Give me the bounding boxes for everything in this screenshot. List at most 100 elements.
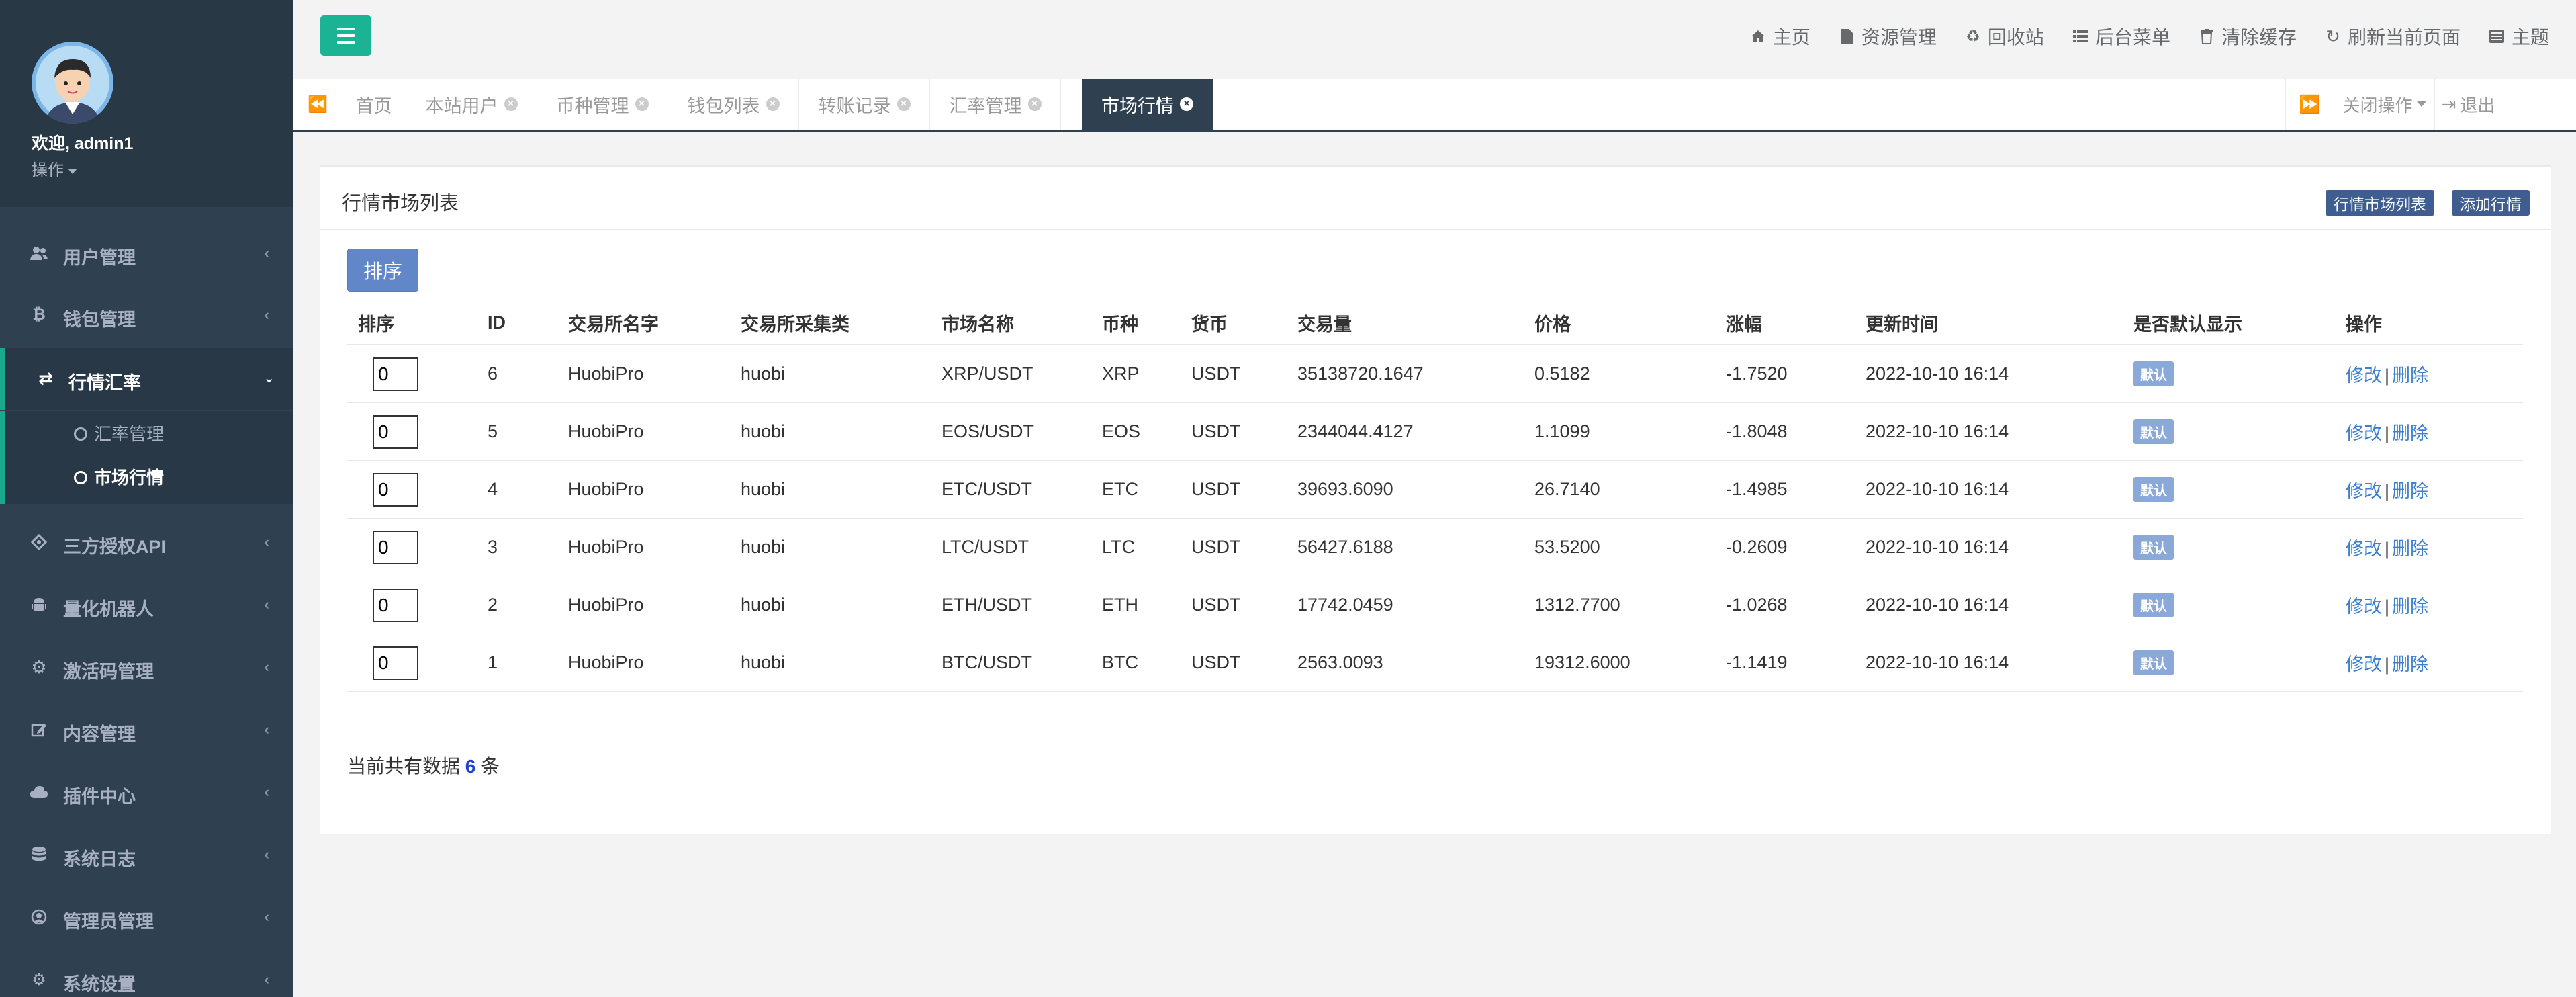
close-icon[interactable]: ×	[504, 97, 518, 111]
hamburger-icon-bar	[337, 34, 355, 37]
sidebar-item-system-log[interactable]: 系统日志 ‹	[0, 824, 293, 886]
close-icon[interactable]: ×	[1027, 97, 1042, 111]
clear-cache-link[interactable]: 清除缓存	[2199, 23, 2297, 50]
tab-label: 币种管理	[556, 95, 629, 116]
menu-toggle-button[interactable]	[320, 15, 371, 56]
delete-link[interactable]: 删除	[2392, 654, 2428, 675]
chevron-down-icon: ⌄	[263, 371, 275, 386]
tab-scroll-left-button[interactable]: ⏪	[293, 79, 342, 130]
edit-link[interactable]: 修改	[2346, 423, 2382, 443]
tab-coin-management[interactable]: 币种管理 ×	[537, 79, 668, 130]
sidebar-item-activation-code[interactable]: ⚙ 激活码管理 ‹	[0, 637, 293, 699]
sort-order-input[interactable]	[373, 646, 418, 680]
sort-cell	[347, 518, 477, 576]
column-header: 币种	[1091, 301, 1181, 345]
chevron-left-icon: ‹	[264, 721, 269, 738]
separator: |	[2385, 481, 2390, 501]
edit-link[interactable]: 修改	[2346, 365, 2382, 386]
gears-icon: ⚙	[32, 970, 46, 989]
refresh-page-link[interactable]: ↻ 刷新当前页面	[2325, 23, 2460, 50]
volume-cell: 56427.6188	[1287, 518, 1524, 576]
logout-button[interactable]: ⇥ 退出	[2434, 79, 2501, 130]
list-icon	[2072, 28, 2088, 44]
close-icon[interactable]: ×	[635, 97, 649, 111]
delete-link[interactable]: 删除	[2392, 539, 2428, 559]
tab-site-users[interactable]: 本站用户 ×	[406, 79, 537, 130]
sort-cell	[347, 460, 477, 519]
submenu-item-rate-management[interactable]: 汇率管理	[74, 421, 164, 445]
tab-market-quotes[interactable]: 市场行情 ×	[1082, 79, 1213, 130]
sort-order-input[interactable]	[373, 588, 418, 622]
sort-order-input[interactable]	[373, 415, 418, 449]
sidebar-item-plugin-center[interactable]: 插件中心 ‹	[0, 762, 293, 824]
delete-link[interactable]: 删除	[2392, 423, 2428, 443]
sort-order-input[interactable]	[373, 357, 418, 391]
sidebar-item-market-rates[interactable]: ⇄ 行情汇率 ⌄	[0, 348, 293, 410]
recycle-icon: ♻	[1966, 27, 1980, 46]
separator: |	[2385, 597, 2390, 617]
id-cell: 3	[477, 518, 557, 576]
sidebar-item-wallet-management[interactable]: ₿ 钱包管理 ‹	[0, 285, 293, 347]
close-icon[interactable]: ×	[896, 97, 911, 111]
sidebar-item-label: 管理员管理	[63, 912, 154, 932]
chevron-left-icon: ‹	[264, 658, 269, 675]
column-header: 价格	[1524, 301, 1715, 345]
column-header: 排序	[347, 301, 477, 345]
currency-cell: USDT	[1181, 518, 1287, 576]
submenu-item-market-quotes[interactable]: 市场行情	[74, 464, 164, 489]
sidebar-item-user-management[interactable]: 用户管理 ‹	[0, 223, 293, 285]
sidebar-item-system-settings[interactable]: ⚙ 系统设置 ‹	[0, 949, 293, 997]
separator: |	[2385, 539, 2390, 559]
close-icon[interactable]: ×	[1180, 97, 1193, 111]
change-cell: -1.0268	[1715, 576, 1855, 634]
sidebar-item-quant-robot[interactable]: 量化机器人 ‹	[0, 574, 293, 636]
tab-wallet-list[interactable]: 钱包列表 ×	[668, 79, 799, 130]
table-row: 4 HuobiPro huobi ETC/USDT ETC USDT 39693…	[347, 460, 2523, 519]
sidebar-item-label: 用户管理	[63, 248, 136, 268]
home-link[interactable]: 主页	[1750, 23, 1810, 50]
sort-button[interactable]: 排序	[347, 249, 418, 292]
sidebar-item-label: 插件中心	[63, 787, 136, 807]
table-header-row: 排序 ID 交易所名字 交易所采集类 市场名称 币种 货币 交易量 价格 涨幅 …	[347, 301, 2523, 345]
delete-link[interactable]: 删除	[2392, 481, 2428, 501]
edit-link[interactable]: 修改	[2346, 539, 2382, 559]
sort-order-input[interactable]	[373, 472, 418, 507]
price-cell: 53.5200	[1524, 518, 1715, 576]
sort-order-input[interactable]	[373, 530, 418, 564]
recycle-bin-link[interactable]: ♻ 回收站	[1965, 23, 2044, 50]
sort-cell	[347, 576, 477, 634]
tab-rate-management[interactable]: 汇率管理 ×	[930, 79, 1061, 130]
backend-menu-link[interactable]: 后台菜单	[2072, 23, 2170, 50]
market-list-button[interactable]: 行情市场列表	[2326, 190, 2434, 216]
table-row: 3 HuobiPro huobi LTC/USDT LTC USDT 56427…	[347, 518, 2523, 576]
sidebar-item-third-party-api[interactable]: 三方授权API ‹	[0, 512, 293, 574]
column-header: 是否默认显示	[2123, 301, 2335, 345]
theme-link[interactable]: 主题	[2489, 23, 2549, 50]
delete-link[interactable]: 删除	[2392, 365, 2428, 386]
avatar[interactable]	[32, 42, 113, 124]
tab-transfer-records[interactable]: 转账记录 ×	[799, 79, 930, 130]
table-row: 5 HuobiPro huobi EOS/USDT EOS USDT 23440…	[347, 402, 2523, 461]
edit-link[interactable]: 修改	[2346, 597, 2382, 617]
edit-link[interactable]: 修改	[2346, 654, 2382, 675]
tab-home[interactable]: 首页	[342, 79, 406, 130]
table-row: 1 HuobiPro huobi BTC/USDT BTC USDT 2563.…	[347, 634, 2523, 692]
add-market-button[interactable]: 添加行情	[2452, 190, 2530, 216]
column-header: 更新时间	[1855, 301, 2123, 345]
change-cell: -1.4985	[1715, 460, 1855, 519]
sidebar-item-content-management[interactable]: 内容管理 ‹	[0, 699, 293, 761]
column-header: 交易所采集类	[730, 301, 931, 345]
close-icon[interactable]: ×	[766, 97, 780, 111]
tab-scroll-right-button[interactable]: ⏩	[2285, 79, 2334, 130]
delete-link[interactable]: 删除	[2392, 597, 2428, 617]
resource-management-link[interactable]: 资源管理	[1839, 23, 1937, 50]
operation-dropdown[interactable]: 操作	[32, 157, 77, 180]
close-operations-dropdown[interactable]: 关闭操作	[2334, 79, 2434, 130]
coin-cell: LTC	[1091, 518, 1181, 576]
sidebar-item-label: 系统日志	[63, 849, 136, 869]
id-cell: 5	[477, 402, 557, 461]
edit-link[interactable]: 修改	[2346, 481, 2382, 501]
resource-management-label: 资源管理	[1861, 27, 1937, 48]
recycle-bin-label: 回收站	[1987, 27, 2044, 48]
sidebar-item-admin-management[interactable]: 管理员管理 ‹	[0, 887, 293, 949]
